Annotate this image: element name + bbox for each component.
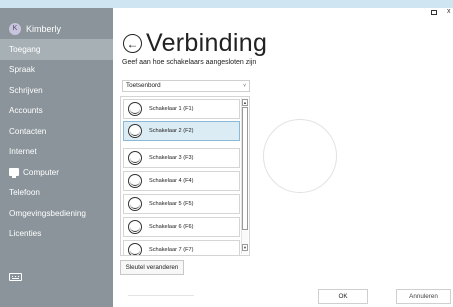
maximize-icon[interactable] [431,10,437,15]
chevron-down-icon: ˅ [243,83,246,89]
list-scrollbar[interactable]: ▲ ▼ [241,98,248,254]
sidebar-item-label: Telefoon [9,188,40,198]
keyboard-icon[interactable] [9,273,22,281]
sidebar-item-label: Toegang [9,44,41,54]
switch-icon [128,102,142,116]
list-item-switch-3[interactable]: Schakelaar 3 (F3) [123,148,240,168]
computer-icon [9,168,19,179]
sidebar-nav: Toegang Spraak Schrijven Accounts Contac… [0,39,113,244]
sidebar-item-spraak[interactable]: Spraak [0,60,113,81]
switch-icon [128,220,142,234]
close-icon[interactable]: x [447,8,451,15]
user-profile[interactable]: K Kimberly [0,20,113,38]
sidebar-item-toegang[interactable]: Toegang [0,39,113,60]
sidebar-item-label: Omgevingsbediening [9,208,86,218]
connection-select[interactable]: Toetsenbord ˅ [122,80,250,92]
switch-preview-circle [263,119,337,193]
sidebar-item-telefoon[interactable]: Telefoon [0,183,113,204]
list-item-switch-5[interactable]: Schakelaar 5 (F5) [123,194,240,214]
sidebar: K Kimberly Toegang Spraak Schrijven Acco… [0,8,113,307]
avatar: K [9,23,21,35]
switch-icon [128,243,142,255]
switch-icon [128,174,142,188]
sidebar-item-licenties[interactable]: Licenties [0,224,113,245]
sidebar-item-label: Internet [9,147,37,157]
page-subtitle: Geef aan hoe schakelaars aangesloten zij… [122,59,257,66]
list-item-label: Schakelaar 7 (F7) [149,247,194,253]
switch-icon [128,197,142,211]
sidebar-item-label: Contacten [9,126,47,136]
list-item-switch-1[interactable]: Schakelaar 1 (F1) [123,99,240,119]
switch-icon [128,151,142,165]
list-item-switch-4[interactable]: Schakelaar 4 (F4) [123,171,240,191]
list-item-switch-6[interactable]: Schakelaar 6 (F6) [123,217,240,237]
change-key-button[interactable]: Sleutel veranderen [120,260,184,275]
sidebar-item-contacten[interactable]: Contacten [0,121,113,142]
list-item-label: Schakelaar 3 (F3) [149,155,194,161]
list-item-label: Schakelaar 2 (F2) [149,128,194,134]
list-item-label: Schakelaar 4 (F4) [149,178,194,184]
sidebar-item-schrijven[interactable]: Schrijven [0,80,113,101]
sidebar-item-label: Computer [23,167,59,177]
sidebar-item-computer[interactable]: Computer [0,162,113,183]
user-name: Kimberly [26,24,62,34]
scroll-down-icon[interactable]: ▼ [242,244,248,251]
connection-select-value: Toetsenbord [126,82,161,89]
list-item-switch-7[interactable]: Schakelaar 7 (F7) [123,240,240,255]
sidebar-item-internet[interactable]: Internet [0,142,113,163]
sidebar-item-label: Accounts [9,106,43,116]
scroll-thumb[interactable] [242,107,248,230]
sidebar-item-label: Schrijven [9,85,43,95]
sidebar-item-omgevingsbediening[interactable]: Omgevingsbediening [0,203,113,224]
divider [128,295,194,296]
page-title: Verbinding [146,29,268,57]
sidebar-item-accounts[interactable]: Accounts [0,101,113,122]
top-strip [0,0,453,8]
list-item-label: Schakelaar 1 (F1) [149,106,194,112]
ok-button[interactable]: OK [318,289,368,304]
sidebar-item-label: Licenties [9,229,42,239]
switch-icon [128,124,142,138]
scroll-up-icon[interactable]: ▲ [242,99,248,106]
list-item-label: Schakelaar 5 (F5) [149,201,194,207]
list-item-label: Schakelaar 6 (F6) [149,224,194,230]
cancel-button[interactable]: Annuleren [396,289,451,304]
switch-list[interactable]: Schakelaar 1 (F1) Schakelaar 2 (F2) Scha… [120,96,250,256]
back-icon[interactable]: ← [123,34,142,53]
sidebar-item-label: Spraak [9,65,35,75]
list-item-switch-2[interactable]: Schakelaar 2 (F2) [123,121,240,141]
